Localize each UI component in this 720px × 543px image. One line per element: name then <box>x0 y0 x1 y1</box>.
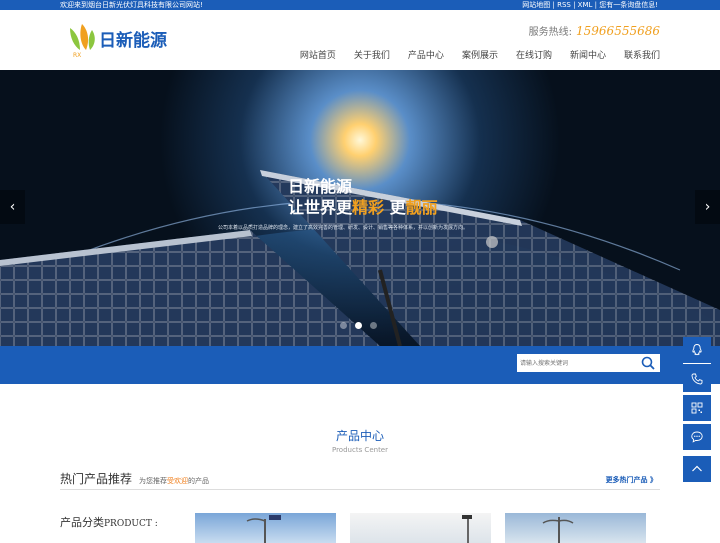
banner-dot-2[interactable] <box>355 322 362 329</box>
qrcode-icon <box>691 402 703 414</box>
hero-banner: 日新能源 让世界更精彩 更靓丽 公司本着以品质打造品牌的理念，建立了高效完善的管… <box>0 70 720 346</box>
banner-sub-mid: 更 <box>384 198 406 217</box>
logo-mark: RX <box>73 52 81 58</box>
banner-sub-prefix: 让世界更 <box>288 198 353 217</box>
hot-products-desc: 为您推荐受欢迎的产品 <box>139 476 209 486</box>
banner-dot-1[interactable] <box>340 322 347 329</box>
search-bar <box>0 346 720 384</box>
back-to-top-icon <box>692 465 702 472</box>
street-lamp-image <box>246 515 281 543</box>
nav-about[interactable]: 关于我们 <box>354 48 390 61</box>
main-nav: 网站首页 关于我们 产品中心 案例展示 在线订购 新闻中心 联系我们 <box>282 48 660 61</box>
hot-desc-suffix: 的产品 <box>188 477 209 485</box>
top-bar: 欢迎来到烟台日新光伏灯具科技有限公司网站! 网站地图 | RSS | XML |… <box>0 0 720 10</box>
more-hot-products-link[interactable]: 更多热门产品 》 <box>606 475 657 485</box>
hotline-number: 15966555686 <box>576 24 660 38</box>
back-to-top-button[interactable] <box>683 456 711 483</box>
header: RX 日新能源 服务热线: 15966555686 网站首页 关于我们 产品中心 … <box>0 10 720 70</box>
chat-icon <box>691 431 703 443</box>
street-lamp-image <box>542 517 574 543</box>
category-title-cn: 产品分类 <box>60 516 104 529</box>
top-links[interactable]: 网站地图 | RSS | XML | 您有一条询盘信息! <box>522 0 658 10</box>
hot-products-header: 热门产品推荐 为您推荐受欢迎的产品 更多热门产品 》 <box>60 470 660 490</box>
banner-sub-highlight-1: 精彩 <box>352 198 385 217</box>
hotline-label: 服务热线: <box>528 27 573 38</box>
nav-home[interactable]: 网站首页 <box>300 48 336 61</box>
logo-text[interactable]: 日新能源 <box>99 26 167 51</box>
nav-products[interactable]: 产品中心 <box>408 48 444 61</box>
sidebar-chat-button[interactable] <box>683 424 711 451</box>
search-input[interactable] <box>517 354 660 372</box>
street-lamp-image <box>462 515 472 543</box>
product-thumb[interactable] <box>195 513 336 543</box>
product-category-title: 产品分类PRODUCT : <box>60 514 158 530</box>
banner-subtitle: 让世界更精彩 更靓丽 <box>288 194 438 218</box>
banner-next-button[interactable]: › <box>695 190 720 224</box>
nav-news[interactable]: 新闻中心 <box>570 48 606 61</box>
products-title-en: Products Center <box>331 446 388 454</box>
product-thumb[interactable] <box>505 513 646 543</box>
nav-order[interactable]: 在线订购 <box>516 48 552 61</box>
banner-description: 公司本着以品质打造品牌的理念，建立了高效完善的管理、研发、设计、销售等各种体系，… <box>218 225 469 231</box>
product-thumb[interactable] <box>350 513 491 543</box>
hot-products-title: 热门产品推荐 <box>60 472 133 486</box>
sidebar-phone-button[interactable] <box>683 366 711 393</box>
qq-icon <box>692 344 702 356</box>
sidebar-qrcode-button[interactable] <box>683 395 711 422</box>
welcome-text: 欢迎来到烟台日新光伏灯具科技有限公司网站! <box>60 1 203 9</box>
nav-cases[interactable]: 案例展示 <box>462 48 498 61</box>
products-title: 产品中心 <box>335 429 384 443</box>
banner-sub-highlight-2: 靓丽 <box>405 198 438 217</box>
category-title-en: PRODUCT : <box>104 519 158 529</box>
nav-contact[interactable]: 联系我们 <box>624 48 660 61</box>
hot-desc-prefix: 为您推荐 <box>139 477 167 485</box>
banner-dots <box>340 322 377 329</box>
hot-desc-highlight: 受欢迎 <box>167 477 188 485</box>
hotline: 服务热线: 15966555686 <box>529 23 660 38</box>
banner-prev-button[interactable]: ‹ <box>0 190 25 224</box>
search-icon[interactable] <box>640 355 656 371</box>
sidebar-qq-button[interactable] <box>683 337 711 364</box>
phone-icon <box>691 373 703 385</box>
banner-dot-3[interactable] <box>370 322 377 329</box>
